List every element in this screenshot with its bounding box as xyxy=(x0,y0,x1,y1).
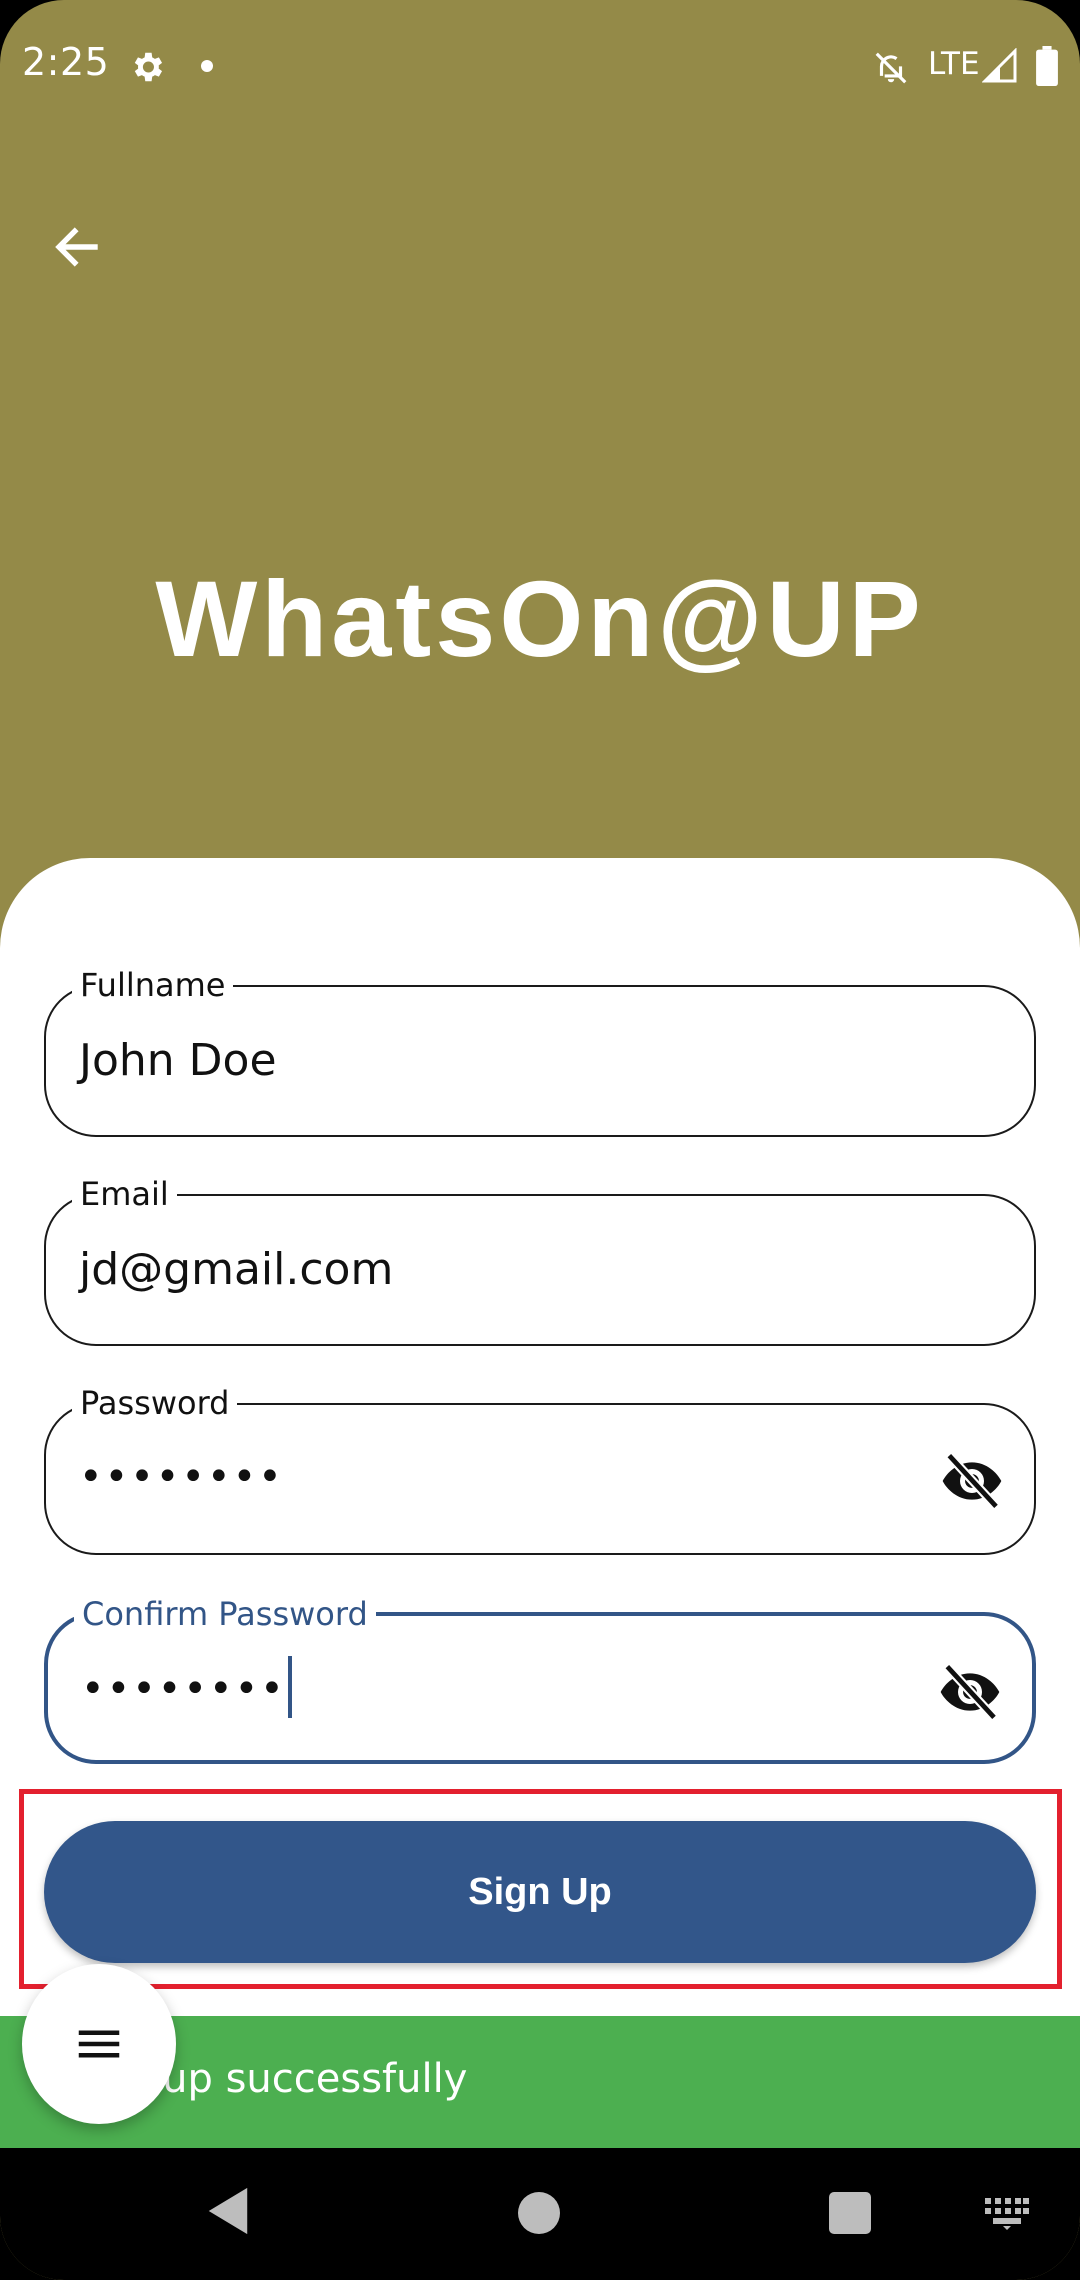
fullname-label: Fullname xyxy=(72,965,234,1005)
password-field[interactable]: Password •••••••• xyxy=(44,1383,1036,1555)
eye-off-icon xyxy=(940,1663,1000,1721)
confirm-password-field[interactable]: Confirm Password •••••••• xyxy=(44,1594,1036,1764)
confirm-password-value: •••••••• xyxy=(81,1656,292,1722)
signal-icon xyxy=(982,48,1017,83)
arrow-left-icon xyxy=(55,227,98,267)
password-label: Password xyxy=(72,1383,238,1423)
email-value: jd@gmail.com xyxy=(79,1244,394,1295)
password-visibility-toggle[interactable] xyxy=(940,1449,1004,1513)
fullname-value: John Doe xyxy=(79,1035,277,1086)
password-value: •••••••• xyxy=(79,1454,284,1500)
nav-home-icon[interactable] xyxy=(518,2192,560,2234)
eye-off-icon xyxy=(942,1452,1002,1510)
email-field[interactable]: Email jd@gmail.com xyxy=(44,1174,1036,1346)
status-bar: 2:25 LTE xyxy=(0,0,1080,130)
notification-dot-icon xyxy=(201,60,213,72)
confirm-password-visibility-toggle[interactable] xyxy=(938,1660,1002,1724)
keyboard-icon[interactable] xyxy=(985,2198,1029,2230)
app-screen: 2:25 LTE WhatsOn@UP Fullname John Doe Em… xyxy=(0,0,1080,2280)
status-time: 2:25 xyxy=(22,40,110,84)
menu-fab[interactable] xyxy=(22,1964,176,2124)
text-cursor xyxy=(287,1656,292,1718)
signup-button[interactable]: Sign Up xyxy=(44,1821,1036,1963)
fullname-field[interactable]: Fullname John Doe xyxy=(44,965,1036,1137)
nav-recents-icon[interactable] xyxy=(829,2192,871,2234)
bell-off-icon xyxy=(875,52,907,84)
menu-icon xyxy=(78,2030,120,2058)
gear-icon xyxy=(134,52,163,82)
nav-back-icon[interactable] xyxy=(204,2186,252,2236)
email-label: Email xyxy=(72,1174,177,1214)
network-type: LTE xyxy=(928,46,980,82)
battery-icon xyxy=(1036,46,1058,86)
navigation-bar xyxy=(0,2148,1080,2280)
app-title: WhatsOn@UP xyxy=(155,558,925,679)
snackbar-message: d up successfully xyxy=(124,2056,468,2102)
confirm-password-text: •••••••• xyxy=(81,1666,286,1712)
confirm-password-label: Confirm Password xyxy=(74,1594,376,1634)
back-button[interactable] xyxy=(42,212,112,282)
